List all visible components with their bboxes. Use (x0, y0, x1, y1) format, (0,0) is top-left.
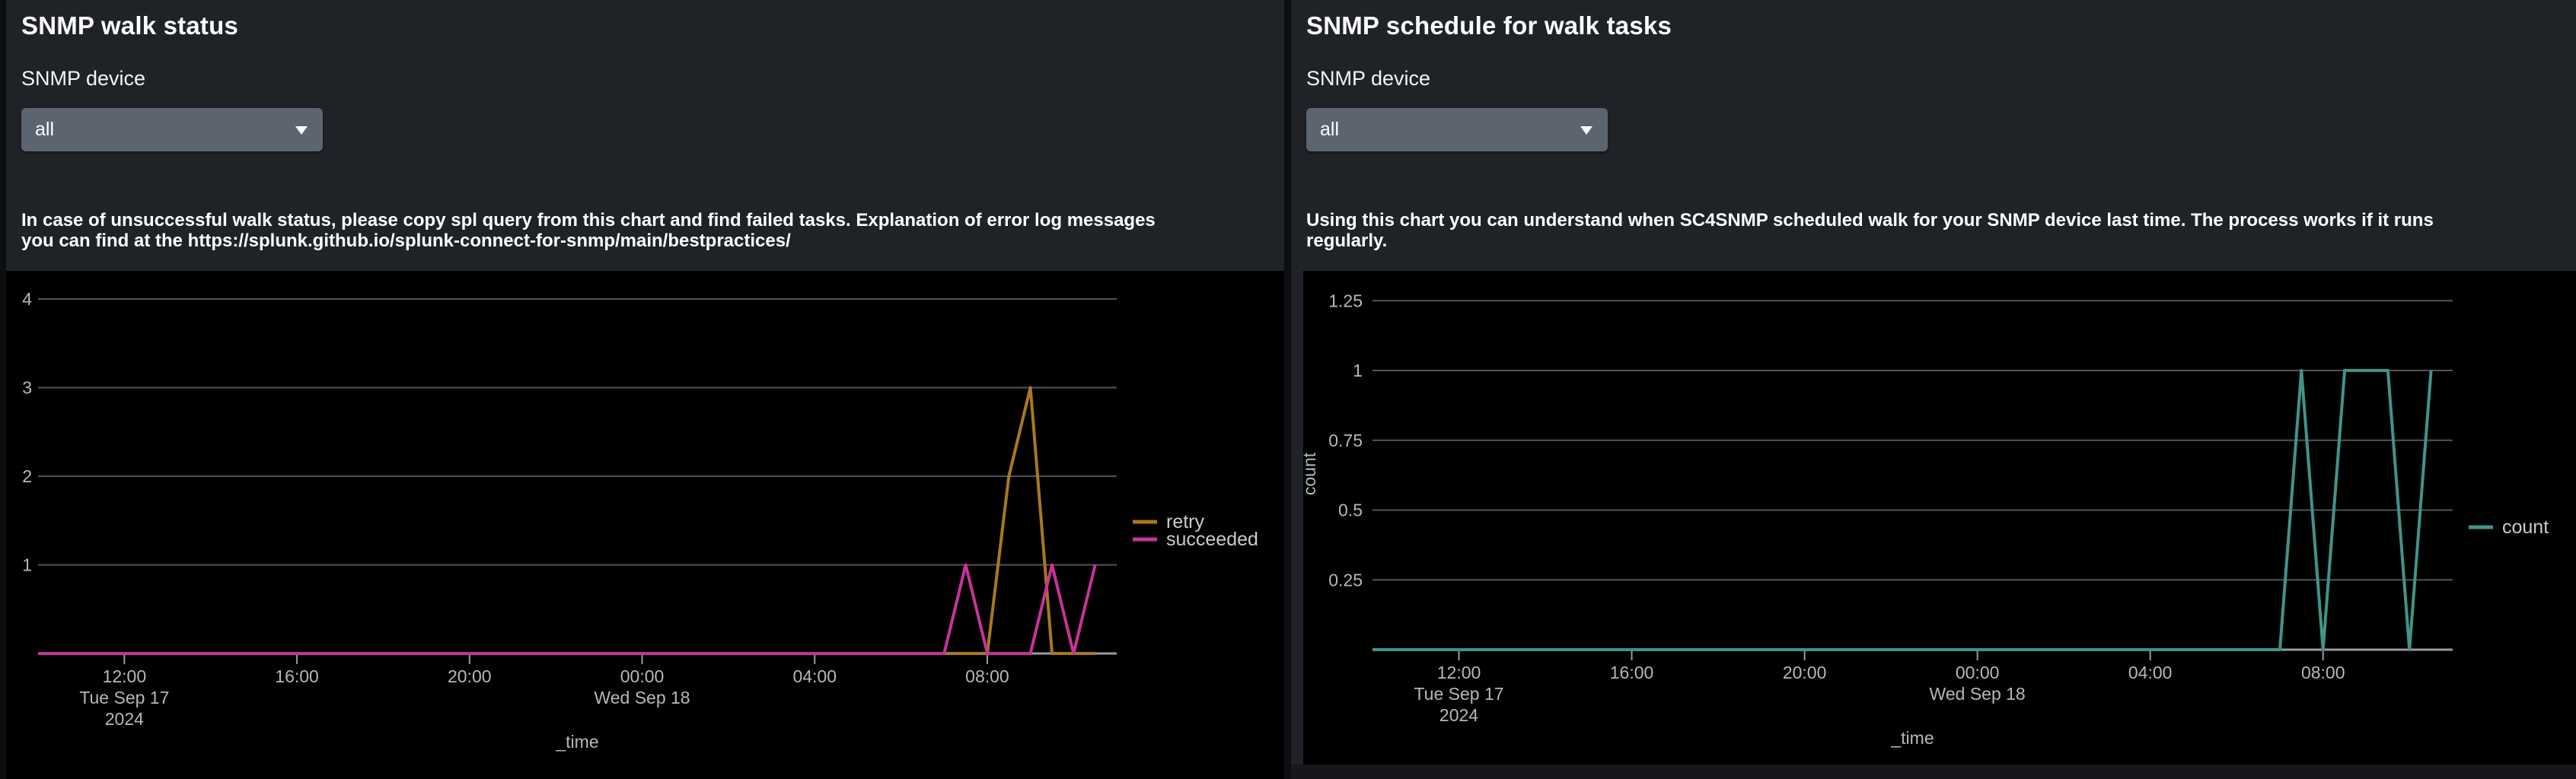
snmp-device-dropdown[interactable]: all (1306, 108, 1608, 151)
snmp-device-label: SNMP device (1306, 67, 1430, 91)
chevron-down-icon (1580, 126, 1592, 135)
legend-label: succeeded (1166, 529, 1258, 550)
x-tick-label: 20:00 (1783, 663, 1827, 682)
x-axis-title: _time (1890, 728, 1934, 748)
x-tick-label: 12:00 (1437, 663, 1481, 682)
x-tick-label: 08:00 (965, 666, 1009, 686)
panel-description: In case of unsuccessful walk status, ple… (21, 210, 1186, 251)
x-axis-title: _time (555, 732, 598, 752)
dashboard: SNMP walk status SNMP device all In case… (0, 0, 2576, 779)
y-tick-label: 0.75 (1328, 431, 1363, 450)
x-tick-label: 00:00 (1956, 663, 2000, 682)
y-tick-label: 0.5 (1338, 501, 1363, 520)
chevron-down-icon (295, 126, 308, 135)
legend-label: count (2502, 517, 2549, 538)
x-tick-label: 2024 (1439, 705, 1478, 725)
y-tick-label: 0.25 (1328, 570, 1363, 590)
walk-status-chart-svg[interactable]: 1 2 3 4 12:00 Tue Sep 17 2024 16:00 20:00 00:00 We… (6, 271, 1284, 779)
x-tick-label: 00:00 (620, 666, 665, 686)
panel-snmp-walk-status: SNMP walk status SNMP device all In case… (6, 0, 1284, 779)
x-tick-label: 08:00 (2301, 663, 2345, 682)
y-tick-label: 1 (22, 555, 32, 575)
x-tick-label: Tue Sep 17 (79, 688, 169, 707)
y-tick-label: 2 (22, 466, 32, 486)
series-line-succeeded[interactable] (38, 565, 1095, 654)
schedule-chart-svg[interactable]: 0.25 0.5 0.75 1 1.25 12:00 Tue Sep 172024 16:00… (1303, 271, 2576, 765)
x-tick-label: 12:00 (103, 666, 147, 686)
legend-item-count[interactable]: count (2469, 517, 2549, 538)
x-tick-label: Tue Sep 17 (1414, 684, 1503, 704)
x-tick-label: 04:00 (792, 666, 837, 686)
panel-title: SNMP schedule for walk tasks (1306, 11, 1672, 40)
y-tick-label: 1.25 (1328, 291, 1363, 310)
panel-title: SNMP walk status (21, 11, 238, 40)
series-line-retry[interactable] (38, 388, 1095, 654)
chart-schedule[interactable]: 0.25 0.5 0.75 1 1.25 12:00 Tue Sep 172024 16:00… (1303, 271, 2576, 765)
x-tick-label: 16:00 (275, 666, 319, 686)
x-tick-label: Wed Sep 18 (594, 688, 690, 707)
x-tick-label: 2024 (105, 709, 144, 729)
panel-description: Using this chart you can understand when… (1306, 210, 2471, 251)
chart-walk-status[interactable]: 1 2 3 4 12:00 Tue Sep 17 2024 16:00 20:00 00:00 We… (6, 271, 1284, 779)
dropdown-selected-value: all (35, 119, 54, 141)
snmp-device-dropdown[interactable]: all (21, 108, 323, 151)
dropdown-selected-value: all (1320, 119, 1339, 141)
snmp-device-label: SNMP device (21, 67, 145, 91)
y-tick-label: 4 (22, 289, 32, 309)
y-tick-label: 1 (1353, 361, 1363, 380)
y-axis-title: count (1303, 452, 1319, 495)
x-tick-label: 20:00 (448, 666, 492, 686)
y-tick-label: 3 (22, 378, 32, 398)
x-tick-label: Wed Sep 18 (1930, 684, 2026, 704)
panel-snmp-schedule: SNMP schedule for walk tasks SNMP device… (1291, 0, 2576, 779)
x-tick-label: 16:00 (1610, 663, 1654, 682)
x-tick-label: 04:00 (2128, 663, 2173, 682)
legend-item-succeeded[interactable]: succeeded (1133, 529, 1258, 550)
panel-footer-strip (1291, 765, 2576, 779)
